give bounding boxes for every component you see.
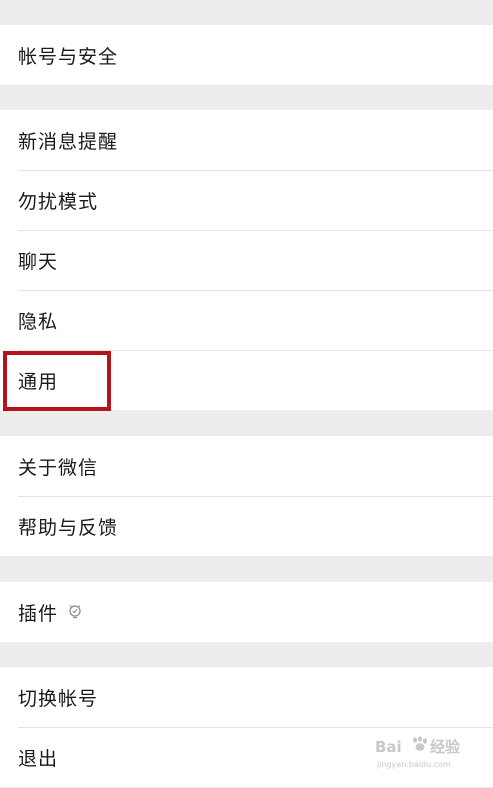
- settings-item-label: 退出: [18, 747, 59, 770]
- settings-item-label: 隐私: [18, 310, 59, 333]
- settings-item-help-feedback[interactable]: 帮助与反馈: [0, 496, 493, 556]
- settings-group-preferences: 新消息提醒 勿扰模式 聊天 隐私 通用: [0, 110, 493, 410]
- settings-group-account: 帐号与安全: [0, 25, 493, 85]
- settings-item-label: 插件: [18, 602, 59, 625]
- settings-item-plugins[interactable]: 插件: [0, 582, 493, 642]
- settings-item-label: 通用: [18, 370, 59, 393]
- settings-item-switch-account[interactable]: 切换帐号: [0, 667, 493, 727]
- settings-group-account-actions: 切换帐号 退出: [0, 667, 493, 787]
- settings-item-new-message-notification[interactable]: 新消息提醒: [0, 110, 493, 170]
- settings-item-do-not-disturb[interactable]: 勿扰模式: [0, 170, 493, 230]
- settings-group-about: 关于微信 帮助与反馈: [0, 436, 493, 556]
- settings-item-label: 关于微信: [18, 456, 99, 479]
- settings-item-label: 帮助与反馈: [18, 516, 119, 539]
- settings-item-about-wechat[interactable]: 关于微信: [0, 436, 493, 496]
- settings-item-privacy[interactable]: 隐私: [0, 290, 493, 350]
- settings-item-account-security[interactable]: 帐号与安全: [0, 25, 493, 85]
- settings-item-general[interactable]: 通用: [0, 350, 493, 410]
- settings-item-label: 帐号与安全: [18, 45, 119, 68]
- settings-item-label: 聊天: [18, 250, 59, 273]
- lightbulb-icon: [68, 604, 82, 620]
- settings-group-plugins: 插件: [0, 582, 493, 642]
- settings-item-label: 新消息提醒: [18, 130, 119, 153]
- settings-item-chat[interactable]: 聊天: [0, 230, 493, 290]
- settings-item-logout[interactable]: 退出: [0, 727, 493, 787]
- settings-item-label: 勿扰模式: [18, 190, 99, 213]
- settings-screen: 帐号与安全 新消息提醒 勿扰模式 聊天 隐私 通用 关于微信 帮助与反馈 插件: [0, 0, 493, 788]
- settings-item-label: 切换帐号: [18, 687, 99, 710]
